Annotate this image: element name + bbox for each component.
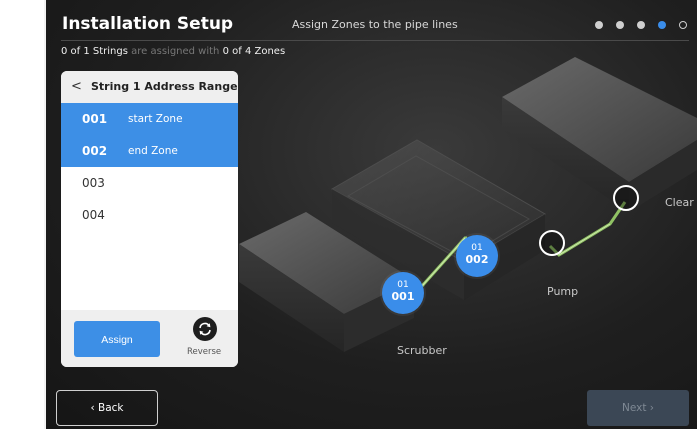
step-dot-current bbox=[658, 21, 666, 29]
panel-header: < String 1 Address Range bbox=[61, 71, 238, 103]
step-indicator bbox=[595, 21, 687, 31]
app-root: Installation Setup Assign Zones to the p… bbox=[0, 0, 697, 429]
reverse-label: Reverse bbox=[187, 347, 222, 357]
next-label: Next bbox=[621, 402, 647, 414]
assignment-summary: 0 of 1 Strings are assigned with 0 of 4 … bbox=[61, 46, 285, 57]
assign-button[interactable]: Assign bbox=[74, 321, 160, 357]
zone-number: 001 bbox=[82, 112, 108, 126]
strings-count: 0 of 1 Strings bbox=[61, 46, 128, 57]
step-dot-3 bbox=[637, 21, 645, 29]
step-dot-1 bbox=[595, 21, 603, 29]
installation-screen: Installation Setup Assign Zones to the p… bbox=[44, 0, 697, 429]
tank-label-scrubber: Scrubber bbox=[397, 344, 447, 357]
zone-item-002[interactable]: 002 end Zone bbox=[61, 135, 238, 167]
page-title: Installation Setup bbox=[62, 14, 234, 34]
panel-title: String 1 Address Range bbox=[91, 80, 238, 93]
chevron-right-icon: › bbox=[649, 402, 654, 414]
address-range-panel: < String 1 Address Range 001 start Zone … bbox=[61, 71, 238, 367]
back-button[interactable]: ‹ Back bbox=[56, 390, 158, 426]
zone-number: 004 bbox=[82, 208, 105, 222]
panel-actions: Assign Reverse bbox=[61, 310, 238, 367]
badge-zone: 001 bbox=[391, 290, 415, 303]
zone-number: 002 bbox=[82, 144, 108, 158]
tank-label-pump: Pump bbox=[547, 285, 579, 298]
step-dot-2 bbox=[616, 21, 624, 29]
chevron-left-icon[interactable]: < bbox=[71, 79, 82, 94]
zone-list: 001 start Zone 002 end Zone 003 004 bbox=[61, 103, 238, 231]
tank-label-clear: Clear bbox=[665, 196, 694, 209]
pipe-node-pump[interactable] bbox=[539, 230, 565, 256]
reverse-icon[interactable] bbox=[193, 317, 217, 341]
header-divider bbox=[61, 40, 689, 41]
zone-item-001[interactable]: 001 start Zone bbox=[61, 103, 238, 135]
chevron-left-icon: ‹ bbox=[90, 402, 95, 414]
clear-tank bbox=[502, 57, 697, 212]
zone-item-003[interactable]: 003 bbox=[61, 167, 238, 199]
step-dot-5 bbox=[679, 21, 687, 29]
pipe-node-clear[interactable] bbox=[613, 185, 639, 211]
summary-connector: are assigned with bbox=[131, 46, 220, 57]
zone-badge-002[interactable]: 01 002 bbox=[456, 235, 498, 277]
zone-role-label: end Zone bbox=[128, 145, 178, 157]
page-subtitle: Assign Zones to the pipe lines bbox=[292, 18, 458, 31]
next-button[interactable]: Next › bbox=[587, 390, 689, 426]
back-label: Back bbox=[98, 402, 124, 414]
zone-badge-001[interactable]: 01 001 bbox=[382, 272, 424, 314]
zone-number: 003 bbox=[82, 176, 105, 190]
zones-count: 0 of 4 Zones bbox=[222, 46, 286, 57]
zone-role-label: start Zone bbox=[128, 113, 183, 125]
zone-item-004[interactable]: 004 bbox=[61, 199, 238, 231]
badge-zone: 002 bbox=[465, 253, 489, 266]
